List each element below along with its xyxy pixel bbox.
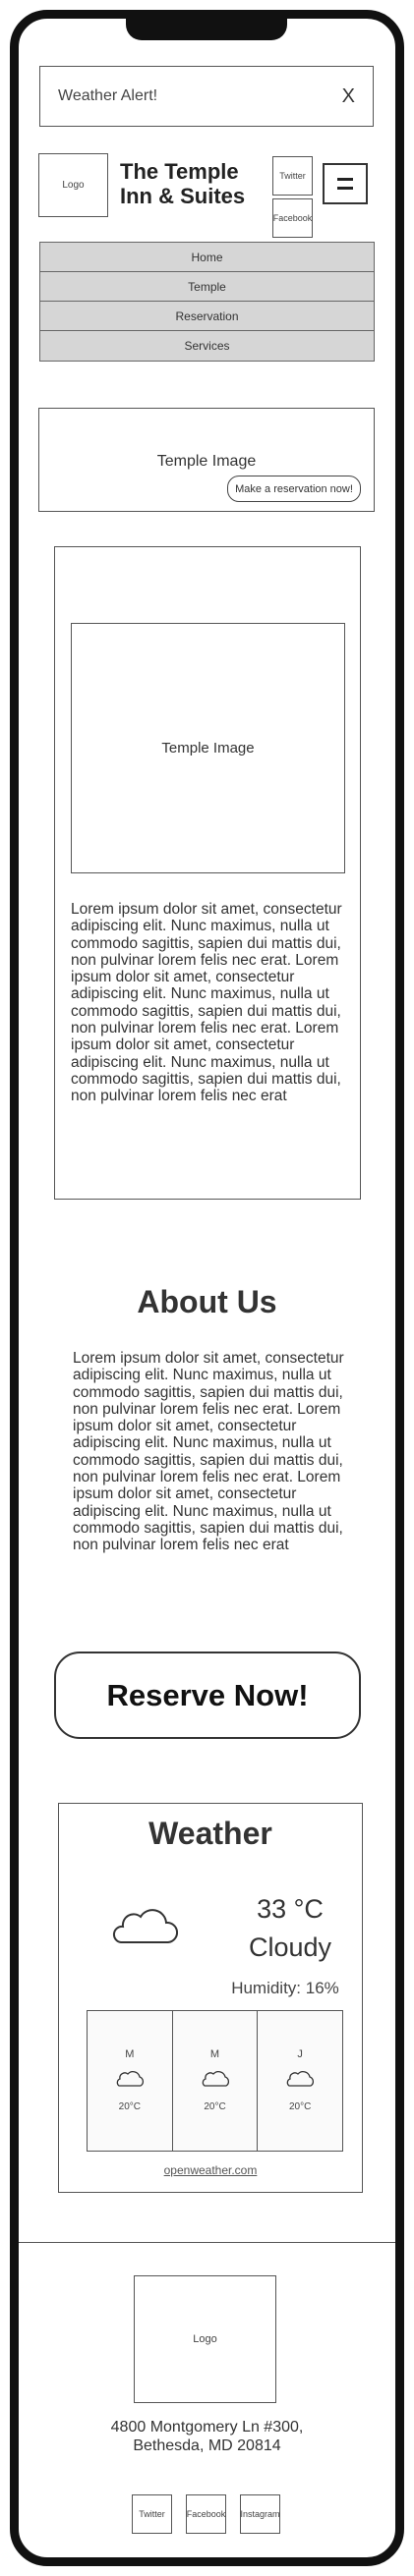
forecast-day: M 20°C (172, 2011, 259, 2151)
weather-condition: Cloudy (248, 1932, 332, 1962)
cloud-icon (284, 2068, 316, 2090)
hamburger-icon (337, 178, 353, 190)
footer-facebook-link[interactable]: Facebook (186, 2494, 226, 2534)
nav-item-temple[interactable]: Temple (40, 272, 374, 302)
header-facebook-link[interactable]: Facebook (272, 198, 313, 238)
main-nav: Home Temple Reservation Services (39, 242, 375, 362)
weather-temperature: 33 °C (257, 1894, 324, 1924)
temple-card-text: Lorem ipsum dolor sit amet, consectetur … (71, 901, 342, 1105)
footer-divider (19, 2242, 395, 2243)
hero-image-placeholder: Temple Image Make a reservation now! (38, 408, 375, 512)
nav-item-services[interactable]: Services (40, 331, 374, 361)
openweather-link[interactable]: openweather.com (59, 2163, 362, 2177)
cloud-icon (114, 2068, 146, 2090)
phone-notch (126, 19, 287, 40)
forecast-day: M 20°C (88, 2011, 173, 2151)
address-line2: Bethesda, MD 20814 (133, 2437, 281, 2454)
reserve-now-button[interactable]: Reserve Now! (54, 1652, 361, 1739)
cloud-icon (200, 2068, 231, 2090)
nav-item-reservation[interactable]: Reservation (40, 302, 374, 331)
about-us-heading: About Us (137, 1284, 277, 1319)
brand-title-line1: The Temple (120, 159, 239, 184)
alert-close-button[interactable]: X (342, 85, 355, 108)
make-reservation-button[interactable]: Make a reservation now! (227, 476, 361, 502)
hero-image-label: Temple Image (156, 453, 257, 470)
weather-humidity: Humidity: 16% (231, 1979, 339, 1997)
forecast-day-letter: J (297, 2048, 303, 2060)
forecast-temp: 20°C (118, 2101, 141, 2112)
footer-logo[interactable]: Logo (134, 2275, 276, 2403)
header-logo[interactable]: Logo (38, 153, 108, 217)
header-twitter-link[interactable]: Twitter (272, 156, 313, 196)
alert-text: Weather Alert! (58, 87, 158, 104)
weather-widget: Weather 33 °C Cloudy Humidity: 16% M 20°… (58, 1803, 363, 2193)
temple-card: Temple Image Lorem ipsum dolor sit amet,… (54, 546, 361, 1200)
forecast-day-letter: M (125, 2048, 135, 2060)
address-line1: 4800 Montgomery Ln #300, (110, 2419, 304, 2436)
weather-alert-banner: Weather Alert! X (39, 66, 374, 127)
forecast-day-letter: M (209, 2048, 220, 2060)
brand-title: The Temple Inn & Suites (120, 159, 267, 208)
forecast-day: J 20°C (258, 2011, 343, 2151)
nav-item-home[interactable]: Home (40, 243, 374, 272)
temple-card-image: Temple Image (71, 623, 345, 873)
hamburger-menu-button[interactable] (323, 163, 368, 204)
cloud-icon (111, 1905, 178, 1951)
forecast-temp: 20°C (289, 2101, 312, 2112)
about-us-text: Lorem ipsum dolor sit amet, consectetur … (73, 1350, 344, 1554)
brand-title-line2: Inn & Suites (120, 184, 246, 208)
phone-frame: Weather Alert! X Logo The Temple Inn & S… (10, 10, 404, 2566)
weather-heading: Weather (148, 1816, 272, 1851)
weather-forecast: M 20°C M 20°C J 20°C (87, 2010, 343, 2152)
forecast-temp: 20°C (204, 2101, 226, 2112)
footer-twitter-link[interactable]: Twitter (132, 2494, 172, 2534)
footer-address: 4800 Montgomery Ln #300, Bethesda, MD 20… (19, 2418, 395, 2455)
footer-instagram-link[interactable]: Instagram (240, 2494, 280, 2534)
